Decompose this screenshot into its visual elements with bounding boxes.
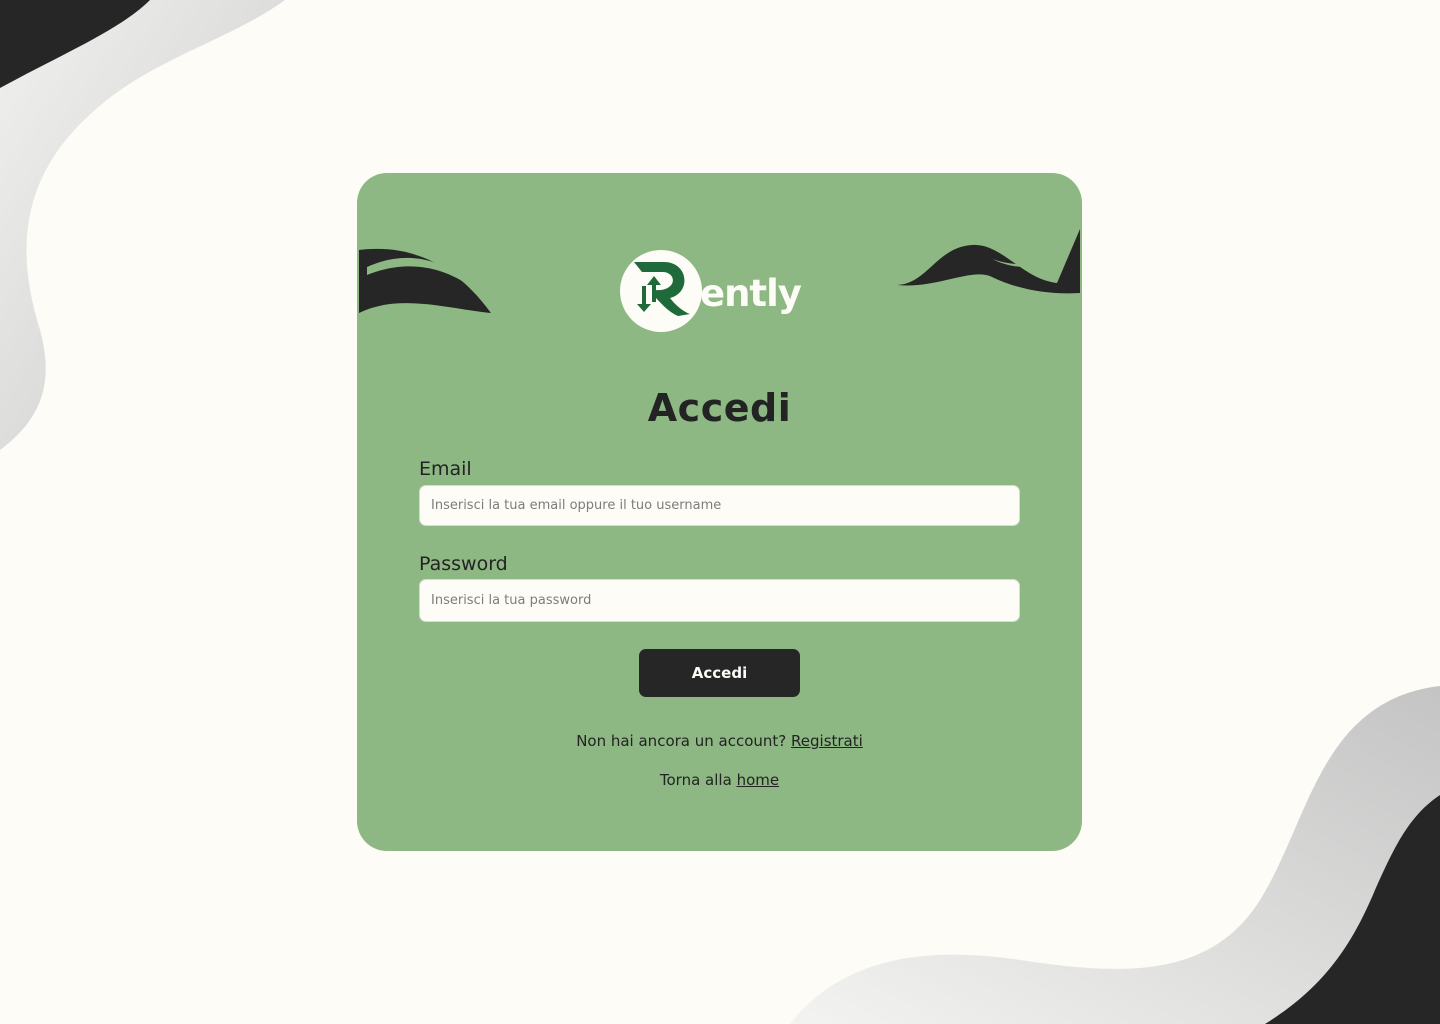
rently-logo-icon — [634, 262, 690, 316]
signup-prompt-line: Non hai ancora un account? Registrati — [357, 732, 1082, 750]
email-field[interactable] — [419, 485, 1020, 526]
wave-decoration-right — [897, 229, 1080, 294]
home-prompt-text: Torna alla — [659, 771, 732, 789]
password-field[interactable] — [419, 579, 1020, 622]
password-label: Password — [419, 553, 508, 575]
page-title: Accedi — [647, 386, 792, 430]
home-prompt-line: Torna alla home — [357, 771, 1082, 789]
login-button[interactable]: Accedi — [639, 649, 800, 697]
wave-decoration-left — [359, 248, 491, 313]
signup-link[interactable]: Registrati — [791, 732, 863, 750]
login-card: ently Accedi Email Password Accedi Non h… — [357, 173, 1082, 851]
brand-name: ently — [700, 271, 802, 315]
brand-logo[interactable]: ently — [620, 250, 802, 332]
signup-prompt-text: Non hai ancora un account? — [576, 732, 787, 750]
login-page: ently Accedi Email Password Accedi Non h… — [0, 0, 1440, 1024]
logo-badge — [620, 250, 702, 332]
email-label: Email — [419, 458, 472, 480]
home-link[interactable]: home — [737, 771, 780, 789]
